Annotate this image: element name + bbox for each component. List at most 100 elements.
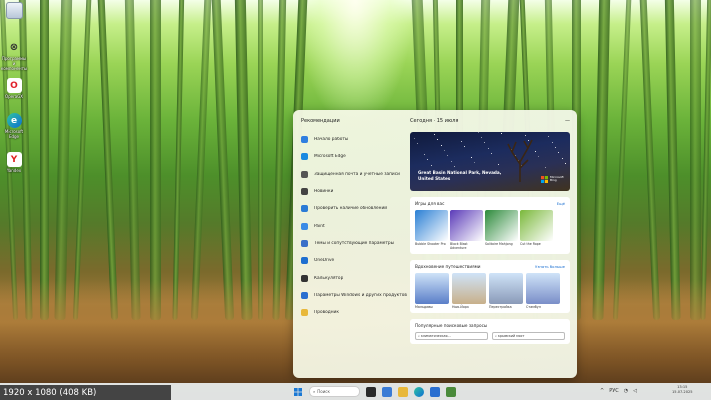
travel-more-link[interactable]: Узнать больше [535, 264, 565, 269]
taskbar-apps: ⌕ Поиск [293, 386, 456, 397]
game-tile[interactable]: Bubble Shooter Pro [415, 210, 448, 250]
yandex-icon: Y [6, 152, 22, 167]
game-thumbnail [485, 210, 518, 241]
games-card-header: Игры для вас Ещё [415, 201, 565, 206]
app-icon [301, 291, 308, 299]
desktop-icon-yandex[interactable]: Y Yandex [1, 152, 27, 173]
travel-label: Стамбул [526, 305, 541, 309]
widgets-icon[interactable] [382, 386, 392, 397]
recommendation-item[interactable]: Проверить наличие обновлений [301, 200, 411, 217]
bamboo-stalk [272, 0, 287, 321]
app-icon [301, 205, 308, 213]
game-label: Cut the Rope [520, 242, 541, 246]
search-title: Популярные поисковые запросы [415, 323, 488, 328]
travel-thumbnail [415, 273, 449, 304]
bamboo-stalk [172, 0, 185, 321]
travel-tile[interactable]: Перестройка [489, 273, 523, 309]
windows-logo-icon [294, 387, 302, 396]
date-header: Сегодня · 15 июля [410, 118, 459, 124]
app-icon [301, 170, 308, 178]
game-thumbnail [520, 210, 553, 241]
store-icon[interactable] [430, 386, 440, 397]
star [558, 152, 559, 153]
start-menu: Рекомендации Начало работы Microsoft Edge… [293, 110, 577, 378]
travel-card-header: Вдохновение путешествиями Узнать больше [415, 264, 565, 269]
bamboo-stalk [612, 0, 633, 320]
query-chip[interactable]: ⌕ климатическая... [415, 332, 488, 340]
query-chip[interactable]: ⌕ крымский мост [492, 332, 565, 340]
system-tray: ^ РУС ◔ ◁ [600, 388, 637, 394]
travel-tile[interactable]: Нью-Йорк [452, 273, 486, 309]
recommendation-item[interactable]: Новинки [301, 183, 411, 200]
star [474, 162, 475, 163]
recommendation-label: Начало работы [314, 137, 349, 143]
games-more-link[interactable]: Ещё [557, 201, 565, 206]
start-button[interactable] [293, 387, 303, 397]
volume-icon[interactable]: ◁ [633, 388, 637, 394]
star [545, 167, 546, 168]
task-view-icon[interactable] [366, 386, 376, 397]
recommendation-item[interactable]: Защищенная почта и учетные записи [301, 166, 411, 183]
star [478, 132, 479, 133]
app-icon [301, 188, 308, 196]
bamboo-stalk [150, 0, 161, 320]
recommendation-label: Microsoft Edge [314, 154, 346, 160]
desktop-icon-edge[interactable]: e Microsoft Edge [1, 113, 27, 139]
game-label: Bubble Shooter Pro [415, 242, 446, 246]
widgets-header: Сегодня · 15 июля — [410, 118, 570, 124]
desktop-icon[interactable] [1, 2, 27, 19]
star [491, 153, 492, 154]
recommendation-item[interactable]: Paint [301, 217, 411, 234]
desktop-icon-operagx[interactable]: O OperaGX [1, 78, 27, 99]
star [555, 147, 556, 148]
travel-tile[interactable]: Мальдивы [415, 273, 449, 309]
wallpaper-light [300, 0, 410, 120]
bamboo-stalk [592, 0, 611, 321]
desktop-icon-programs[interactable]: ⊗ Программы и компоненты [1, 40, 27, 71]
recommendation-label: Проводник [314, 310, 339, 316]
file-explorer-icon[interactable] [398, 386, 408, 397]
app-icon[interactable] [446, 386, 456, 397]
network-icon[interactable]: ◔ [624, 388, 628, 394]
travel-thumbnail [526, 273, 560, 304]
star [417, 143, 418, 144]
language-icon[interactable]: РУС [609, 388, 619, 394]
travel-tile[interactable]: Стамбул [526, 273, 560, 309]
recommendations-title: Рекомендации [301, 118, 340, 124]
recommendation-item[interactable]: Калькулятор [301, 269, 411, 286]
recommendation-item[interactable]: OneDrive [301, 252, 411, 269]
game-label: Block Blast Adventure [450, 242, 468, 250]
edge-taskbar-icon[interactable] [414, 386, 424, 397]
desktop-icon-label: Microsoft Edge [4, 129, 24, 139]
hero-caption: Great Basin National Park, Nevada, Unite… [418, 170, 501, 182]
app-icon [301, 239, 308, 247]
bamboo-stalk [690, 0, 701, 320]
app-icon [301, 257, 308, 265]
travel-label: Мальдивы [415, 305, 433, 309]
app-icon [301, 274, 308, 282]
hero-caption-line2: United States [418, 176, 451, 181]
game-tile[interactable]: Cut the Rope [520, 210, 553, 250]
bamboo-stalk [124, 0, 141, 321]
recommendation-item[interactable]: Microsoft Edge [301, 148, 411, 165]
taskbar-clock[interactable]: 13:15 15.07.2025 [672, 385, 693, 395]
recommendation-item[interactable]: Начало работы [301, 131, 411, 148]
star [565, 163, 566, 164]
search-card-header: Популярные поисковые запросы [415, 323, 565, 328]
travel-label: Нью-Йорк [452, 305, 469, 309]
bamboo-stalk [96, 0, 119, 320]
recommendation-item[interactable]: Темы и сопутствующие параметры [301, 235, 411, 252]
star [461, 141, 462, 142]
star [501, 133, 502, 134]
chevron-up-icon[interactable]: ^ [600, 388, 604, 394]
hero-image-card[interactable]: Great Basin National Park, Nevada, Unite… [410, 132, 570, 191]
recommendation-item[interactable]: Параметры Windows и других продуктов [301, 287, 411, 304]
game-tile[interactable]: Block Blast Adventure [450, 210, 483, 250]
opera-gx-icon: O [6, 78, 22, 93]
query-label: крымский мост [497, 334, 525, 338]
more-options-icon[interactable]: — [565, 118, 570, 124]
game-tile[interactable]: Solitaire Mahjong [485, 210, 518, 250]
taskbar-search[interactable]: ⌕ Поиск [309, 386, 360, 397]
recommendation-item[interactable]: Проводник [301, 304, 411, 321]
recommendation-label: Калькулятор [314, 275, 344, 281]
